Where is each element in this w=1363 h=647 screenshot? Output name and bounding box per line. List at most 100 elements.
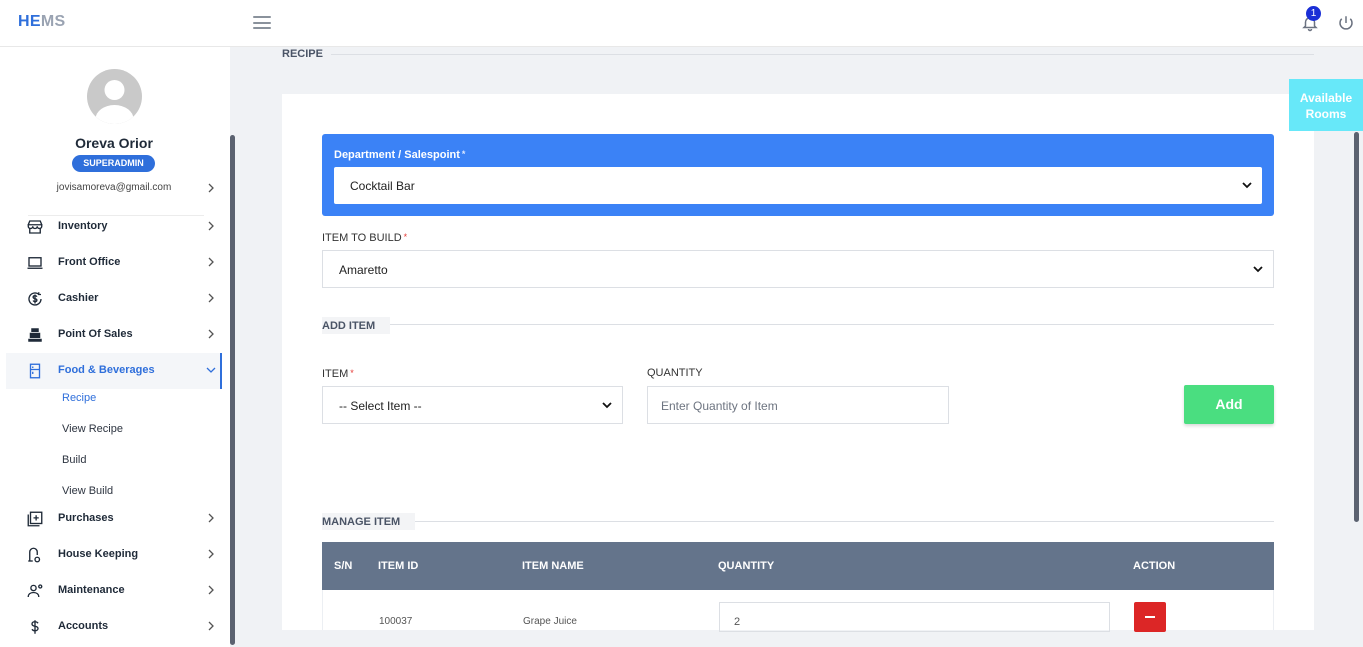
power-icon[interactable] xyxy=(1337,14,1355,32)
department-panel: Department / Salespoint * Cocktail Bar xyxy=(322,134,1274,216)
table-row: 100037 Grape Juice 2 xyxy=(322,590,1274,632)
sidebar-item-inventory[interactable]: Inventory xyxy=(6,209,222,245)
required-mark: * xyxy=(403,232,408,242)
user-email: jovisamoreva@gmail.com xyxy=(56,182,172,193)
fridge-icon xyxy=(29,363,41,379)
sidebar-subitem-view-build[interactable]: View Build xyxy=(62,485,113,497)
worker-icon xyxy=(27,584,43,598)
top-bar: HEMS 1 xyxy=(0,0,1363,47)
department-select-value: Cocktail Bar xyxy=(350,179,415,193)
sidebar-item-front-office[interactable]: Front Office xyxy=(6,245,222,281)
sidebar-item-maintenance[interactable]: Maintenance xyxy=(6,573,222,609)
sidebar-subitem-view-recipe[interactable]: View Recipe xyxy=(62,423,123,435)
sidebar-item-label: Point Of Sales xyxy=(58,328,133,340)
table-header: S/N ITEM ID ITEM NAME QUANTITY ACTION xyxy=(322,542,1274,590)
logo-part-he: HE xyxy=(18,13,41,30)
item-label: ITEM * xyxy=(322,368,354,380)
sidebar-item-cashier[interactable]: Cashier xyxy=(6,281,222,317)
column-header-action: ACTION xyxy=(1133,560,1176,572)
vacuum-icon xyxy=(28,547,41,563)
add-box-icon xyxy=(27,511,43,527)
chevron-right-icon xyxy=(208,257,214,267)
chevron-down-icon xyxy=(602,402,612,409)
menu-toggle-icon[interactable] xyxy=(253,16,271,29)
chevron-right-icon[interactable] xyxy=(206,183,216,193)
chevron-right-icon xyxy=(208,293,214,303)
sidebar-item-purchases[interactable]: Purchases xyxy=(6,501,222,537)
page-title: RECIPE xyxy=(282,48,323,60)
chevron-right-icon xyxy=(208,329,214,339)
department-select[interactable]: Cocktail Bar xyxy=(334,167,1262,204)
cash-register-icon xyxy=(28,328,42,342)
quantity-input[interactable]: Enter Quantity of Item xyxy=(647,386,949,424)
sidebar-item-label: Maintenance xyxy=(58,584,125,596)
chevron-down-icon xyxy=(1242,182,1252,189)
sidebar-subitem-build[interactable]: Build xyxy=(62,454,86,466)
main-scrollbar[interactable] xyxy=(1354,132,1359,522)
item-to-build-label-text: ITEM TO BUILD xyxy=(322,232,402,244)
dollar-cycle-icon xyxy=(28,292,42,306)
dollar-icon xyxy=(31,620,39,634)
chevron-right-icon xyxy=(208,621,214,631)
manage-item-title: MANAGE ITEM xyxy=(322,516,401,528)
laptop-icon xyxy=(27,257,43,269)
avatar xyxy=(87,69,142,124)
notification-badge: 1 xyxy=(1306,6,1321,21)
column-header-item-id: ITEM ID xyxy=(378,560,419,572)
chevron-down-icon xyxy=(1253,266,1263,273)
row-quantity-input[interactable]: 2 xyxy=(719,602,1110,632)
department-label: Department / Salespoint * xyxy=(334,149,465,161)
sidebar-item-house-keeping[interactable]: House Keeping xyxy=(6,537,222,573)
sidebar-item-label: Inventory xyxy=(58,220,108,232)
sidebar: Oreva Orior SUPERADMIN jovisamoreva@gmai… xyxy=(0,47,230,647)
minus-icon xyxy=(1145,616,1155,618)
chevron-down-icon xyxy=(206,367,216,373)
chevron-right-icon xyxy=(208,585,214,595)
sidebar-item-food-beverages[interactable]: Food & Beverages xyxy=(6,353,222,389)
add-item-title: ADD ITEM xyxy=(322,320,376,332)
sidebar-item-label: Accounts xyxy=(58,620,109,632)
available-rooms-tab[interactable]: Available Rooms xyxy=(1289,79,1363,131)
chevron-right-icon xyxy=(208,549,214,559)
sidebar-item-point-of-sales[interactable]: Point Of Sales xyxy=(6,317,222,353)
delete-row-button[interactable] xyxy=(1134,602,1166,632)
chevron-right-icon xyxy=(208,513,214,523)
item-select-value: -- Select Item -- xyxy=(339,399,422,413)
column-header-item-name: ITEM NAME xyxy=(522,560,584,572)
item-to-build-select[interactable]: Amaretto xyxy=(322,250,1274,288)
quantity-placeholder: Enter Quantity of Item xyxy=(661,399,778,413)
item-label-text: ITEM xyxy=(322,368,349,380)
add-button[interactable]: Add xyxy=(1184,385,1274,424)
department-label-text: Department / Salespoint xyxy=(334,149,460,161)
sidebar-item-accounts[interactable]: Accounts xyxy=(6,609,222,645)
row-quantity-value: 2 xyxy=(734,616,741,628)
quantity-label: QUANTITY xyxy=(647,367,703,379)
item-to-build-value: Amaretto xyxy=(339,263,388,277)
sidebar-item-label: Front Office xyxy=(58,256,121,268)
sidebar-item-label: Purchases xyxy=(58,512,114,524)
user-name: Oreva Orior xyxy=(75,135,153,151)
app-logo[interactable]: HEMS xyxy=(18,13,65,31)
available-rooms-line1: Available xyxy=(1299,91,1353,105)
cell-item-id: 100037 xyxy=(379,616,413,627)
sidebar-item-label: Food & Beverages xyxy=(58,364,155,376)
divider xyxy=(331,54,1314,55)
store-icon xyxy=(27,220,43,234)
role-badge: SUPERADMIN xyxy=(72,155,155,172)
sidebar-item-label: Cashier xyxy=(58,292,99,304)
divider xyxy=(415,521,1274,522)
divider xyxy=(390,324,1274,325)
sidebar-scrollbar[interactable] xyxy=(230,135,235,645)
chevron-right-icon xyxy=(208,221,214,231)
required-mark: * xyxy=(461,149,466,159)
available-rooms-line2: Rooms xyxy=(1305,107,1347,121)
required-mark: * xyxy=(350,368,354,378)
sidebar-subitem-recipe[interactable]: Recipe xyxy=(62,392,96,404)
sidebar-item-label: House Keeping xyxy=(58,548,139,560)
column-header-sn: S/N xyxy=(334,560,353,572)
item-select[interactable]: -- Select Item -- xyxy=(322,386,623,424)
cell-item-name: Grape Juice xyxy=(523,616,577,627)
column-header-quantity: QUANTITY xyxy=(718,560,775,572)
item-to-build-label: ITEM TO BUILD * xyxy=(322,232,407,244)
logo-part-ms: MS xyxy=(40,13,66,30)
